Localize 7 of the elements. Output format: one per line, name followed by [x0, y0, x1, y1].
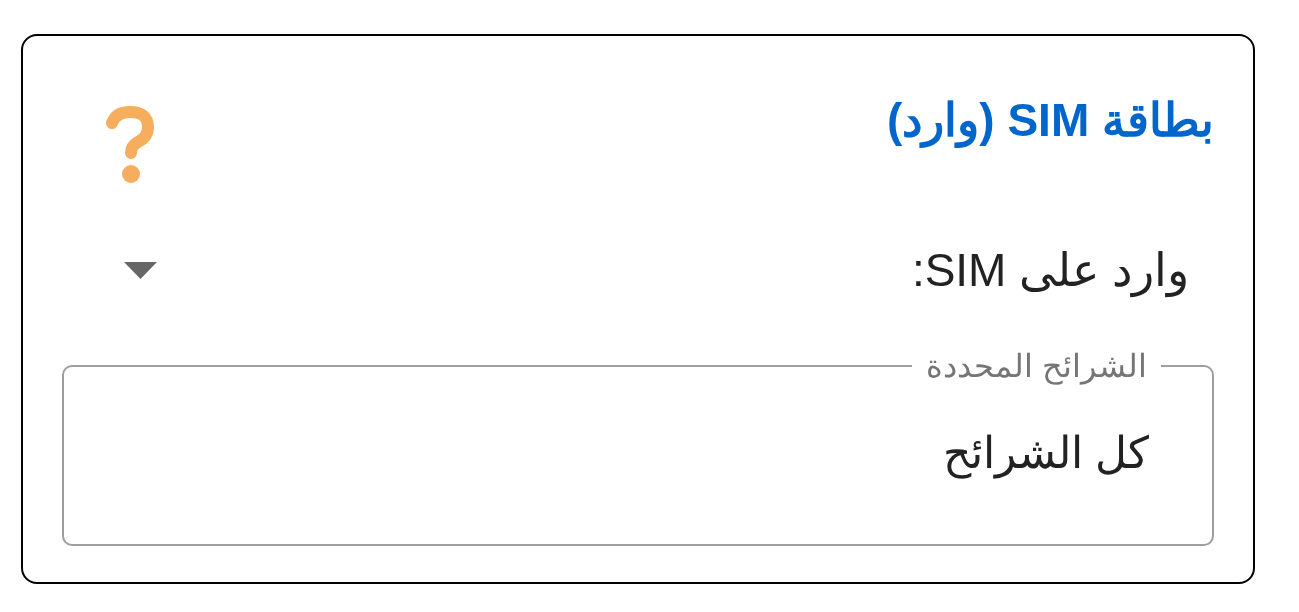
field-label: الشرائح المحددة [925, 347, 1148, 385]
field-value: كل الشرائح [942, 428, 1149, 477]
dropdown-label: وارد على SIM: [911, 243, 1189, 298]
sim-dropdown[interactable]: وارد على SIM: [62, 234, 1214, 306]
help-icon[interactable] [105, 106, 155, 184]
card-title: بطاقة SIM (وارد) [887, 93, 1214, 148]
caret-icon [124, 261, 157, 279]
